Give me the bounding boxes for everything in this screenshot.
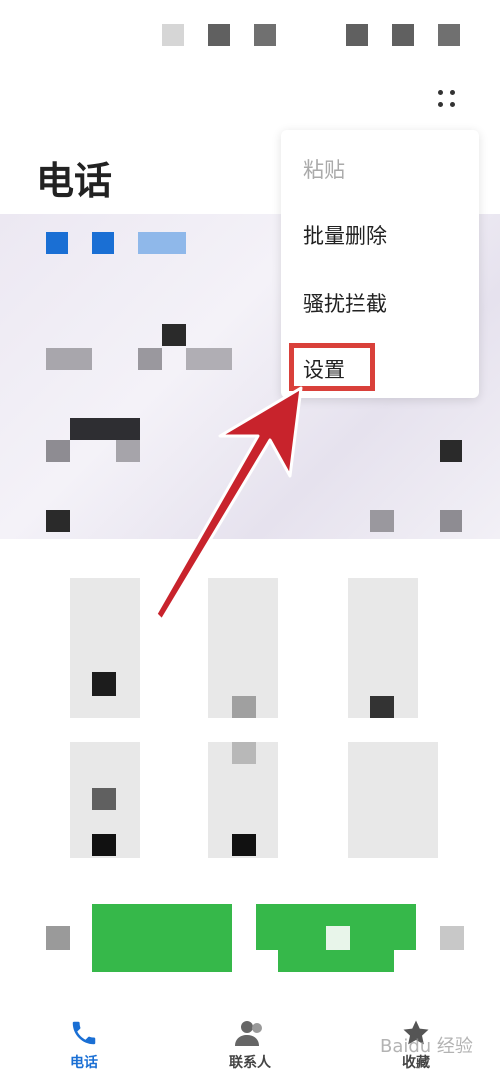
- watermark: Baidu 经验: [380, 1036, 473, 1057]
- nav-label-phone: 电话: [70, 1055, 98, 1071]
- nav-phone[interactable]: [34, 1018, 134, 1052]
- phone-icon: [72, 1021, 96, 1045]
- arrow-icon: [154, 386, 303, 622]
- nav-label-contacts: 联系人: [229, 1055, 271, 1071]
- nav-contacts[interactable]: [200, 1018, 300, 1052]
- contacts-icon: [235, 1021, 262, 1046]
- annotation-arrow: [154, 386, 303, 622]
